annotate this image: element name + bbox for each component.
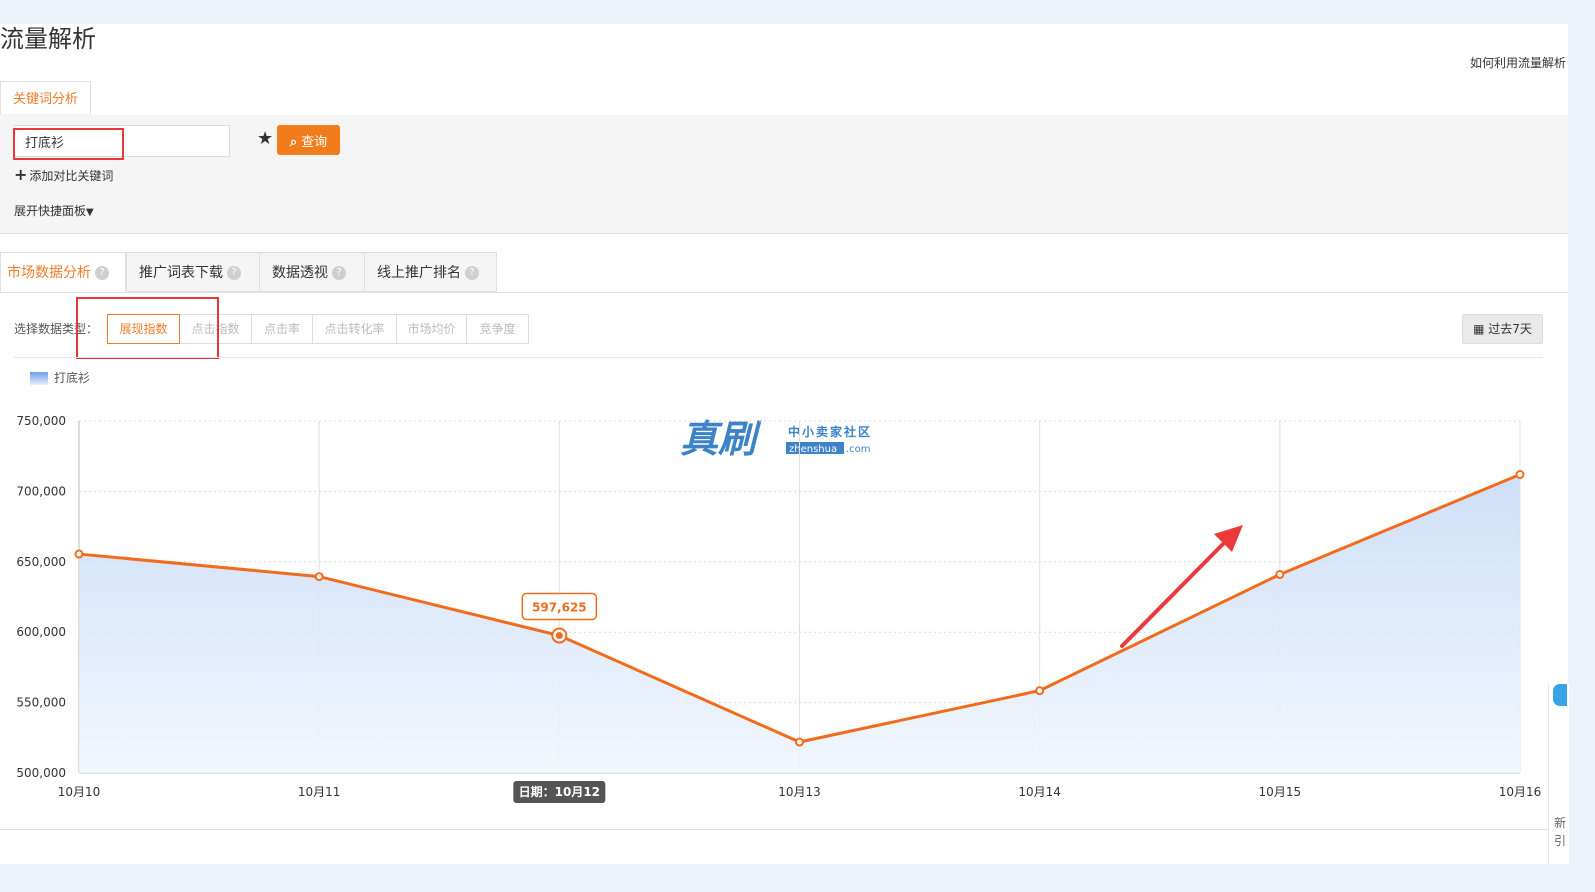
y-tick-label: 750,000 xyxy=(16,414,66,428)
y-tick-label: 700,000 xyxy=(16,484,66,498)
tab-online-ranking[interactable]: 线上推广排名? xyxy=(364,252,497,292)
data-type-conversion[interactable]: 点击转化率 xyxy=(312,314,397,344)
traffic-chart: 真刷 中小卖家社区 zhenshua .com 750,000 700,000 65… xyxy=(16,414,1542,803)
watermark-suffix: .com xyxy=(846,444,871,455)
caret-down-icon: ▼ xyxy=(86,207,94,218)
y-tick-label: 600,000 xyxy=(16,625,66,639)
add-compare-keyword[interactable]: + 添加对比关键词 xyxy=(14,165,113,184)
watermark-domain: zhenshua xyxy=(789,444,837,455)
add-compare-label: 添加对比关键词 xyxy=(29,169,114,183)
page-title: 流量解析 xyxy=(0,25,96,53)
side-text-2: 引 xyxy=(1554,834,1567,848)
watermark-main: 真刷 xyxy=(680,416,762,461)
data-point xyxy=(795,737,804,747)
x-tick-label: 10月16 xyxy=(1499,785,1542,799)
tab-online-ranking-label: 线上推广排名 xyxy=(377,265,461,281)
tab-data-pivot[interactable]: 数据透视? xyxy=(259,252,365,292)
watermark-logo: 真刷 中小卖家社区 zhenshua .com xyxy=(680,416,872,461)
data-point xyxy=(1035,686,1045,696)
y-tick-label: 500,000 xyxy=(16,766,66,780)
assistant-icon[interactable] xyxy=(1553,684,1567,706)
help-icon[interactable]: ? xyxy=(465,266,479,280)
analysis-tab-bar: 市场数据分析? 推广词表下载? 数据透视? 线上推广排名? xyxy=(0,252,1568,293)
period-selector[interactable]: ▦ 过去7天 xyxy=(1462,314,1543,344)
x-tick-label: 10月10 xyxy=(58,785,101,799)
tab-keyword-download[interactable]: 推广词表下载? xyxy=(126,252,260,292)
x-tick-label: 10月13 xyxy=(778,785,821,799)
calendar-icon: ▦ xyxy=(1473,322,1485,336)
search-icon: ⌕ xyxy=(289,134,298,150)
help-icon[interactable]: ? xyxy=(95,266,109,280)
search-panel: ★ ⌕查询 +添加对比关键词 展开快捷面板▼ xyxy=(0,115,1568,234)
plus-icon: + xyxy=(14,165,28,184)
right-side-toolbar: 新 引 xyxy=(1548,684,1569,864)
data-type-label: 选择数据类型： xyxy=(14,322,99,336)
tooltip-value: 597,625 xyxy=(532,601,587,615)
x-tick-label: 10月14 xyxy=(1018,785,1061,799)
side-text-1: 新 xyxy=(1554,816,1567,830)
y-tick-label: 650,000 xyxy=(16,555,66,569)
tab-data-pivot-label: 数据透视 xyxy=(272,265,328,281)
x-tick-label: 10月11 xyxy=(298,785,341,799)
expand-shortcut-panel[interactable]: 展开快捷面板▼ xyxy=(14,202,94,219)
y-tick-label: 550,000 xyxy=(16,696,66,710)
keyword-input[interactable] xyxy=(14,125,230,157)
top-tab-bar: 关键词分析 xyxy=(0,81,1568,116)
expand-panel-label: 展开快捷面板 xyxy=(14,204,87,218)
legend-label: 打底衫 xyxy=(54,371,91,385)
query-button[interactable]: ⌕ 查询 xyxy=(277,125,340,155)
query-button-label: 查询 xyxy=(301,134,328,150)
star-icon[interactable]: ★ xyxy=(257,128,273,149)
tab-market-data[interactable]: 市场数据分析? xyxy=(0,252,126,292)
data-type-avg-price[interactable]: 市场均价 xyxy=(396,314,467,344)
main-page: 流量解析 如何利用流量解析 关键词分析 ★ ⌕查询 +添加对比关键词 展开快捷面… xyxy=(0,24,1569,864)
data-type-ctr[interactable]: 点击率 xyxy=(251,314,313,344)
data-point xyxy=(314,572,324,582)
tab-market-data-label: 市场数据分析 xyxy=(7,265,91,281)
data-type-competition[interactable]: 竞争度 xyxy=(466,314,529,344)
help-icon[interactable]: ? xyxy=(227,266,241,280)
x-crosshair-label: 日期：10月12 xyxy=(519,784,600,799)
data-point-center xyxy=(555,632,563,640)
chart-bottom-border xyxy=(0,829,1548,830)
data-point xyxy=(1275,569,1285,579)
divider xyxy=(14,357,1543,358)
data-type-click-index[interactable]: 点击指数 xyxy=(179,314,252,344)
period-label: 过去7天 xyxy=(1488,322,1532,336)
x-tick-label: 10月15 xyxy=(1259,785,1302,799)
help-icon[interactable]: ? xyxy=(332,266,346,280)
watermark-sub: 中小卖家社区 xyxy=(788,424,872,439)
data-point xyxy=(1515,470,1525,480)
data-point xyxy=(74,549,84,559)
tab-keyword-download-label: 推广词表下载 xyxy=(139,265,223,281)
data-type-impression[interactable]: 展现指数 xyxy=(107,314,180,344)
help-link[interactable]: 如何利用流量解析 xyxy=(1470,54,1566,71)
tab-keyword-analysis[interactable]: 关键词分析 xyxy=(0,81,91,115)
data-type-selector: 展现指数 点击指数 点击率 点击转化率 市场均价 竞争度 xyxy=(107,314,529,344)
